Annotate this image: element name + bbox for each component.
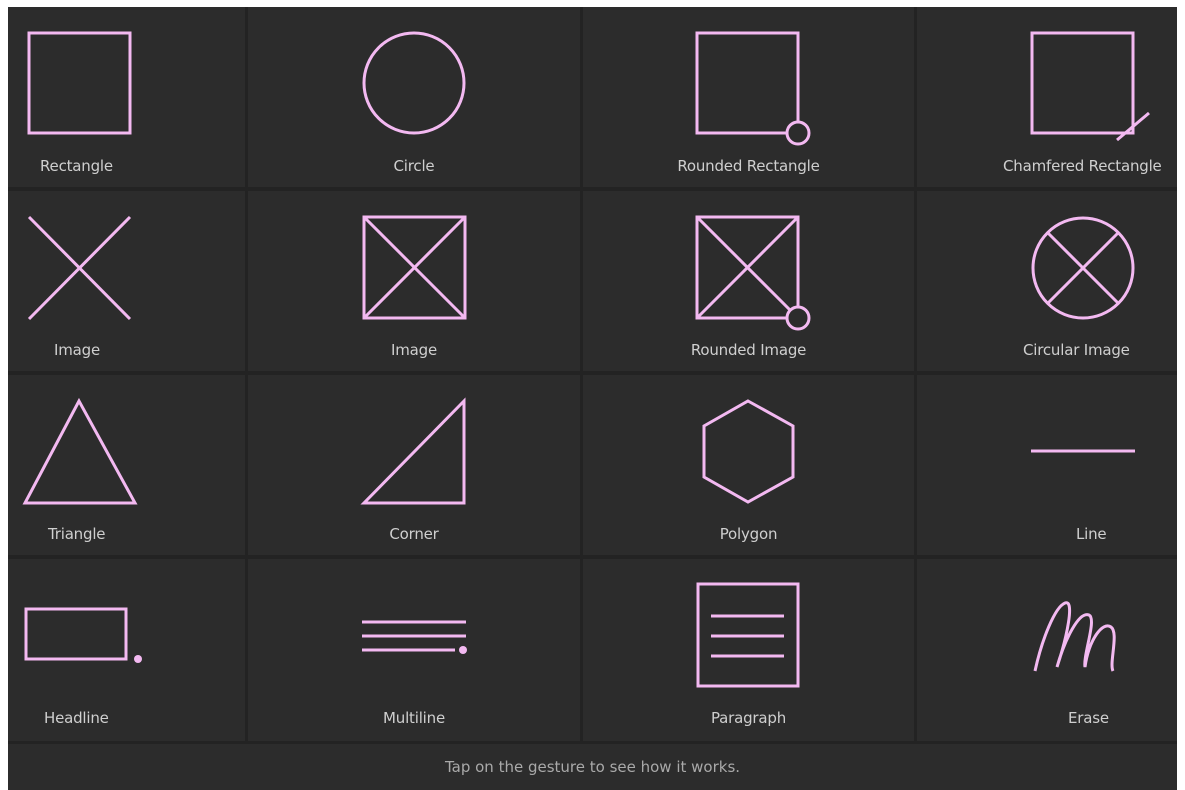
gesture-label: Rounded Rectangle <box>677 157 820 175</box>
gesture-cell-image[interactable]: Image <box>8 191 245 371</box>
gesture-label: Image <box>391 341 437 359</box>
gesture-cell-circle[interactable]: Circle <box>248 7 580 187</box>
line-icon <box>1031 449 1135 453</box>
gesture-cell-line[interactable]: Line <box>917 375 1177 555</box>
gesture-cell-headline[interactable]: Headline <box>8 559 245 741</box>
gesture-cell-rounded-rectangle[interactable]: Rounded Rectangle <box>583 7 914 187</box>
gesture-label: Rounded Image <box>690 341 807 359</box>
gesture-label: Erase <box>1068 709 1109 727</box>
triangle-icon <box>22 397 138 505</box>
gesture-cell-circular-image[interactable]: Circular Image <box>917 191 1177 371</box>
gesture-label: Triangle <box>48 525 106 543</box>
gesture-cell-triangle[interactable]: Triangle <box>8 375 245 555</box>
gesture-label: Multiline <box>383 709 445 727</box>
gesture-label: Chamfered Rectangle <box>1003 157 1162 175</box>
gesture-label: Paragraph <box>710 709 787 727</box>
gesture-label: Circle <box>393 157 435 175</box>
gesture-label: Headline <box>44 709 109 727</box>
gesture-cell-erase[interactable]: Erase <box>917 559 1177 741</box>
erase-icon <box>1033 601 1116 672</box>
image-x-icon <box>27 215 132 321</box>
gesture-cell-corner[interactable]: Corner <box>248 375 580 555</box>
footer-hint: Tap on the gesture to see how it works. <box>8 744 1177 790</box>
gesture-label: Line <box>1076 525 1107 543</box>
gesture-panel: Rectangle Circle Rounded Rectangle Chamf… <box>8 7 1177 790</box>
gesture-cell-polygon[interactable]: Polygon <box>583 375 914 555</box>
gesture-cell-rectangle[interactable]: Rectangle <box>8 7 245 187</box>
gesture-label: Circular Image <box>1023 341 1130 359</box>
gesture-cell-multiline[interactable]: Multiline <box>248 559 580 741</box>
gesture-cell-image-box[interactable]: Image <box>248 191 580 371</box>
gesture-label: Rectangle <box>40 157 113 175</box>
gesture-label: Polygon <box>719 525 778 543</box>
gesture-label: Image <box>54 341 100 359</box>
gesture-cell-rounded-image[interactable]: Rounded Image <box>583 191 914 371</box>
gesture-cell-paragraph[interactable]: Paragraph <box>583 559 914 741</box>
gesture-label: Corner <box>389 525 439 543</box>
gesture-cell-chamfered-rectangle[interactable]: Chamfered Rectangle <box>917 7 1177 187</box>
